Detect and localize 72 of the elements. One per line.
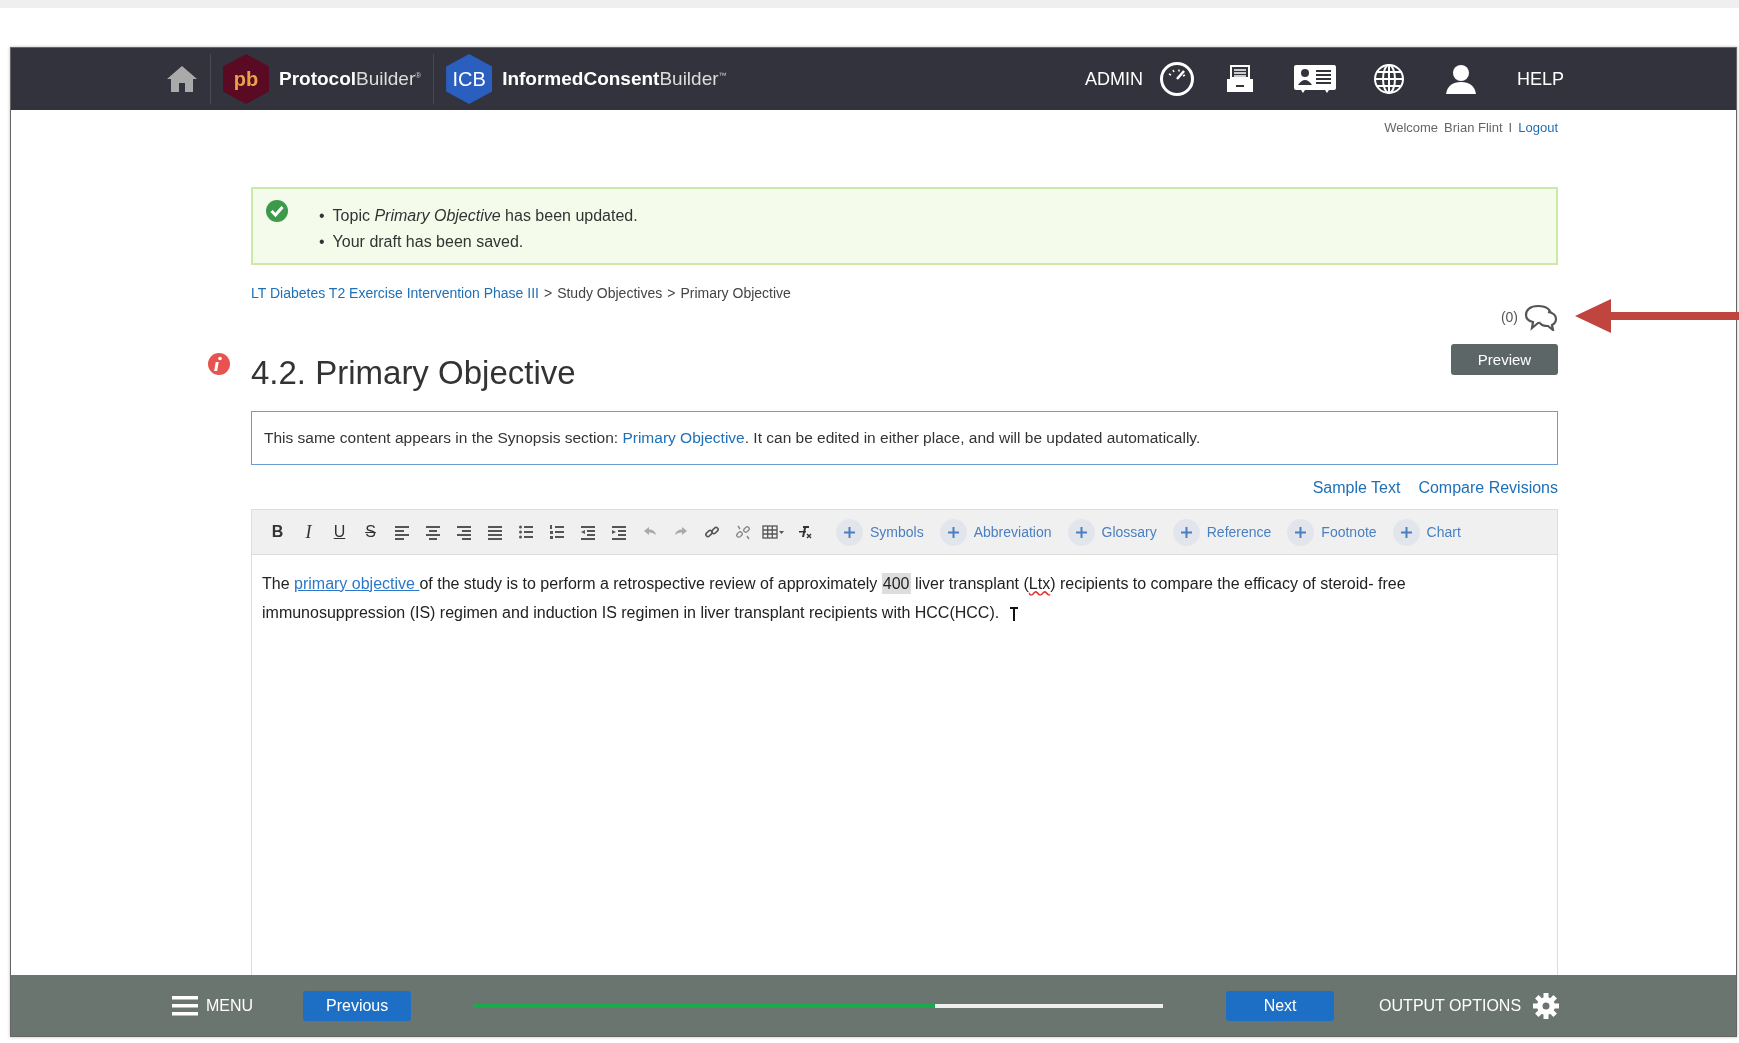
logo-badge[interactable]: pb [223, 54, 269, 104]
app-name[interactable]: InformedConsentBuilder$^{™}$ [502, 68, 727, 90]
separator-text: I [1508, 119, 1513, 135]
plus-icon [1392, 518, 1420, 546]
align-center-icon[interactable] [424, 524, 441, 540]
app-name[interactable]: ProtocolBuilder$^{®}$ [279, 68, 422, 90]
alert-message: Topic Primary Objective has been updated. [332, 207, 638, 225]
outdent-icon[interactable] [579, 524, 596, 540]
text-cursor-icon [1009, 606, 1018, 621]
preview-button[interactable]: Preview [1451, 344, 1558, 375]
welcome-text: Welcome [1384, 119, 1439, 135]
underline-button[interactable]: U [324, 517, 355, 547]
insert-button[interactable]: Abbreviation [939, 518, 1052, 546]
plus-icon [939, 518, 967, 546]
breadcrumb-item[interactable]: LT Diabetes T2 Exercise Intervention Phase III [251, 285, 539, 301]
bullet-list-icon[interactable] [517, 524, 534, 540]
breadcrumb-separator: > [667, 285, 676, 301]
insert-button[interactable]: Reference [1172, 518, 1272, 546]
user-icon[interactable] [1444, 63, 1477, 95]
page-title: 4.2. Primary Objective [251, 353, 577, 393]
editor-link[interactable]: Compare Revisions [1418, 479, 1558, 503]
gauge-icon[interactable] [1158, 61, 1195, 97]
menu-button[interactable]: MENU [172, 994, 254, 1017]
info-icon [207, 352, 231, 376]
help-link[interactable]: HELP [1516, 68, 1564, 90]
bullet-mark: • [319, 233, 325, 251]
italic-button[interactable]: I [293, 517, 324, 547]
insert-button[interactable]: Chart [1392, 518, 1461, 546]
numbered-list-icon[interactable] [548, 524, 565, 540]
breadcrumb-item: Primary Objective [680, 285, 791, 301]
menu-icon [172, 994, 198, 1017]
insert-button[interactable]: Glossary [1067, 518, 1157, 546]
table-icon[interactable] [761, 524, 786, 540]
id-card-icon[interactable] [1292, 64, 1337, 94]
indent-icon[interactable] [610, 524, 627, 540]
logout-link[interactable]: Logout [1518, 119, 1558, 135]
link-icon[interactable] [703, 524, 720, 540]
next-button[interactable]: Next [1226, 990, 1335, 1021]
glossary-link[interactable]: primary objective [294, 575, 420, 592]
comments-icon[interactable] [1524, 303, 1558, 331]
comment-count: (0) [1500, 309, 1518, 325]
strike-button[interactable]: S [355, 517, 386, 547]
insert-button[interactable]: Symbols [836, 518, 924, 546]
globe-icon[interactable] [1372, 63, 1405, 95]
tray-icon[interactable] [1224, 64, 1255, 94]
check-icon [265, 199, 289, 223]
breadcrumb-item: Study Objectives [557, 285, 663, 301]
previous-button[interactable]: Previous [303, 990, 412, 1021]
alert-message: Your draft has been saved. [332, 233, 524, 251]
plus-icon [1287, 518, 1315, 546]
breadcrumb-separator: > [543, 285, 553, 301]
unlink-icon[interactable] [734, 524, 751, 540]
plus-icon [1067, 518, 1095, 546]
bullet-mark: • [319, 207, 325, 225]
notice-text: This same content appears in the Synopsis section: Primary Objective. It can be edited in either place, and will be updated automatically. [264, 429, 1201, 447]
logo-badge[interactable]: ICB [446, 54, 493, 104]
user-name: Brian Flint [1444, 119, 1503, 135]
editor-paragraph: The primary objective of the study is to perform a retrospective review of approximately 400 liver transplant (Ltx) recipients to compare the efficacy of steroid- free immunosuppression (IS) regimen and induction IS regimen in liver transplant recipients with HCC(HCC). [262, 572, 1407, 623]
clear-format-icon[interactable] [796, 524, 813, 540]
plus-icon [1172, 518, 1200, 546]
gear-icon [1533, 992, 1560, 1019]
admin-link[interactable]: ADMIN [1084, 68, 1143, 90]
plus-icon [836, 518, 863, 546]
justify-icon[interactable] [486, 524, 503, 540]
align-left-icon[interactable] [393, 524, 410, 540]
synopsis-link[interactable]: Primary Objective [622, 429, 745, 446]
align-right-icon[interactable] [455, 524, 472, 540]
home-icon[interactable] [166, 64, 198, 94]
insert-button[interactable]: Footnote [1287, 518, 1377, 546]
bold-button[interactable]: B [262, 517, 293, 547]
output-options-button[interactable]: OUTPUT OPTIONS [1379, 992, 1560, 1019]
editor-link[interactable]: Sample Text [1312, 479, 1401, 503]
